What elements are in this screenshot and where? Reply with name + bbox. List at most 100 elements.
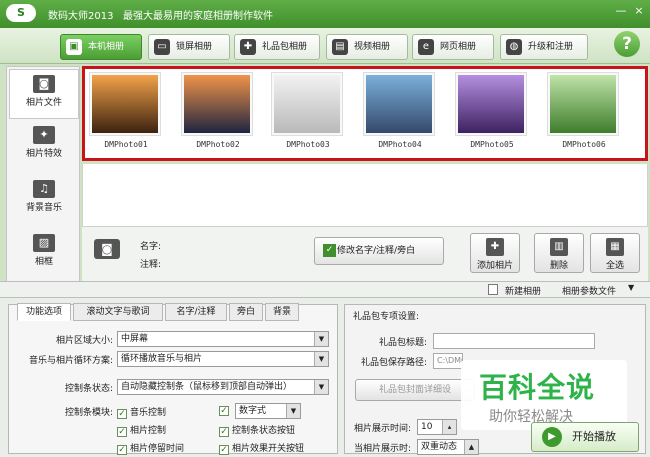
- music-control-checkbox[interactable]: ✓ 音乐控制: [117, 405, 166, 419]
- watermark-overlay: 百科全说 助你轻松解决: [461, 360, 627, 430]
- film-icon: ▤: [332, 39, 348, 55]
- camera-icon: ◙: [33, 75, 55, 93]
- gift-title-input[interactable]: [433, 333, 595, 349]
- gift-cover-settings-button[interactable]: 礼品包封面详细设: [355, 379, 475, 401]
- chevron-down-icon: ▼: [628, 283, 635, 292]
- display-time-label: 相片展示时间:: [353, 424, 411, 434]
- loop-scheme-select[interactable]: 循环播放音乐与相片 ▼: [117, 351, 329, 367]
- tab-narration[interactable]: 旁白: [229, 303, 263, 321]
- button-label: 全选: [605, 261, 624, 271]
- area-size-label: 相片区域大小:: [55, 336, 113, 346]
- minimize-button[interactable]: —: [614, 3, 628, 19]
- area-size-select[interactable]: 中屏幕 ▼: [117, 331, 329, 347]
- photo-thumbnail[interactable]: DMPhoto02: [181, 72, 253, 149]
- album-params-link[interactable]: 相册参数文件: [562, 284, 616, 297]
- photo-strip: DMPhoto01 DMPhoto02 DMPhoto03 DMPhoto04 …: [82, 66, 648, 161]
- photo-image: [458, 75, 524, 133]
- on-display-select[interactable]: 双重动态 ▲: [417, 439, 479, 455]
- photo-duration-checkbox[interactable]: ✓ 相片停留时间: [117, 441, 184, 455]
- chevron-up-icon: ▲: [464, 440, 478, 454]
- photo-image: [366, 75, 432, 133]
- button-label: 删除: [549, 261, 568, 271]
- tab-label: 本机相册: [88, 42, 125, 52]
- photo-caption: DMPhoto01: [104, 140, 148, 149]
- photo-caption: DMPhoto04: [378, 140, 422, 149]
- photo-thumbnail[interactable]: DMPhoto03: [271, 72, 343, 149]
- watermark-brand: 百科全说: [479, 371, 596, 404]
- tab-label: 网页相册: [440, 42, 477, 52]
- tab-background[interactable]: 背景: [265, 303, 299, 321]
- loop-label: 音乐与相片循环方案:: [28, 356, 113, 366]
- new-album-link[interactable]: 新建相册: [505, 284, 541, 297]
- button-label: 开始播放: [572, 430, 616, 443]
- options-panel: 功能选项 滚动文字与歌词 名字/注释 旁白 背景 相片区域大小: 中屏幕 ▼ 音乐…: [8, 303, 338, 455]
- effect-toggle-checkbox[interactable]: ✓ 相片效果开关按钮: [219, 441, 304, 455]
- tab-scroll-text-lyrics[interactable]: 滚动文字与歌词: [73, 303, 163, 321]
- tab-web-album[interactable]: e 网页相册: [412, 34, 494, 60]
- sidebar-item-frame[interactable]: ▨ 相框: [9, 229, 79, 279]
- note-label: 注释:: [140, 260, 162, 270]
- gift-path-label: 礼品包保存路径:: [360, 358, 427, 368]
- display-time-spinner[interactable]: 10 ▴: [417, 419, 457, 435]
- photo-thumbnail[interactable]: DMPhoto05: [455, 72, 527, 149]
- photo-caption: DMPhoto05: [470, 140, 514, 149]
- photo-thumbnail[interactable]: DMPhoto04: [363, 72, 435, 149]
- sidebar-item-photo-files[interactable]: ◙ 相片文件: [9, 69, 79, 119]
- checkmark-icon: ✓: [219, 427, 229, 437]
- chevron-down-icon: ▼: [314, 380, 328, 394]
- digital-style-select[interactable]: 数字式 ▼: [235, 403, 301, 419]
- photo-caption: DMPhoto02: [196, 140, 240, 149]
- spinner-value: 10: [421, 422, 433, 432]
- control-state-label: 控制条状态:: [64, 384, 113, 394]
- checkbox-label: 相片控制: [130, 426, 167, 436]
- close-button[interactable]: ×: [632, 3, 646, 19]
- add-photo-button[interactable]: ✚ 添加相片: [470, 233, 520, 273]
- chevron-down-icon: ▼: [314, 352, 328, 366]
- sidebar-item-background-music[interactable]: ♫ 背景音乐: [9, 175, 79, 225]
- tab-lockscreen-album[interactable]: ▭ 锁屏相册: [148, 34, 230, 60]
- checkbox-label: 控制条状态按钮: [232, 426, 296, 436]
- photo-caption: DMPhoto06: [562, 140, 606, 149]
- tab-label: 视频相册: [354, 42, 391, 52]
- edit-name-note-button[interactable]: ✓ 修改名字/注释/旁白: [314, 237, 444, 265]
- gift-title-label: 礼品包标题:: [378, 338, 427, 348]
- album-toolbar: 新建相册 相册参数文件 ▼: [0, 281, 650, 298]
- tab-name-note[interactable]: 名字/注释: [165, 303, 227, 321]
- document-icon: [488, 284, 498, 295]
- photo-thumbnail[interactable]: DMPhoto06: [547, 72, 619, 149]
- control-state-button-checkbox[interactable]: ✓ 控制条状态按钮: [219, 423, 295, 437]
- photo-image: [550, 75, 616, 133]
- photo-thumbnail[interactable]: DMPhoto01: [89, 72, 161, 149]
- photo-album-icon: ▣: [66, 39, 82, 55]
- start-play-button[interactable]: ▶ 开始播放: [531, 422, 639, 452]
- photo-image: [274, 75, 340, 133]
- sidebar-item-label: 相框: [34, 257, 53, 267]
- spinner-arrows-icon: ▴: [442, 420, 456, 434]
- photo-image: [184, 75, 250, 133]
- control-module-label: 控制条模块:: [64, 408, 113, 418]
- checkmark-icon: ✓: [117, 427, 127, 437]
- control-state-select[interactable]: 自动隐藏控制条（鼠标移到顶部自动弹出） ▼: [117, 379, 329, 395]
- gift-path-input[interactable]: C:\DMGi: [433, 353, 463, 369]
- select-value: 循环播放音乐与相片: [121, 354, 203, 364]
- help-button[interactable]: ?: [614, 31, 640, 57]
- digital-style-checkbox[interactable]: ✓: [219, 405, 232, 416]
- tab-video-album[interactable]: ▤ 视频相册: [326, 34, 408, 60]
- checkbox-label: 音乐控制: [130, 408, 167, 418]
- photo-image: [92, 75, 158, 133]
- grid-icon: ▦: [606, 238, 624, 256]
- tab-upgrade-register[interactable]: ◍ 升级和注册: [500, 34, 588, 60]
- title-bar: S 数码大师2013 最强大最易用的家庭相册制作软件 — ×: [0, 0, 650, 28]
- tab-local-album[interactable]: ▣ 本机相册: [60, 34, 142, 60]
- select-all-button[interactable]: ▦ 全选: [590, 233, 640, 273]
- tab-gift-album[interactable]: ✚ 礼品包相册: [234, 34, 320, 60]
- delete-button[interactable]: ▥ 删除: [534, 233, 584, 273]
- add-photo-icon: ✚: [486, 238, 504, 256]
- edit-icon: ✓: [323, 244, 336, 257]
- name-label: 名字:: [140, 242, 162, 252]
- select-value: 自动隐藏控制条（鼠标移到顶部自动弹出）: [121, 382, 293, 392]
- tab-function-options[interactable]: 功能选项: [17, 303, 71, 321]
- sidebar-item-photo-effects[interactable]: ✦ 相片特效: [9, 121, 79, 171]
- tab-label: 礼品包相册: [262, 42, 308, 52]
- photo-control-checkbox[interactable]: ✓ 相片控制: [117, 423, 166, 437]
